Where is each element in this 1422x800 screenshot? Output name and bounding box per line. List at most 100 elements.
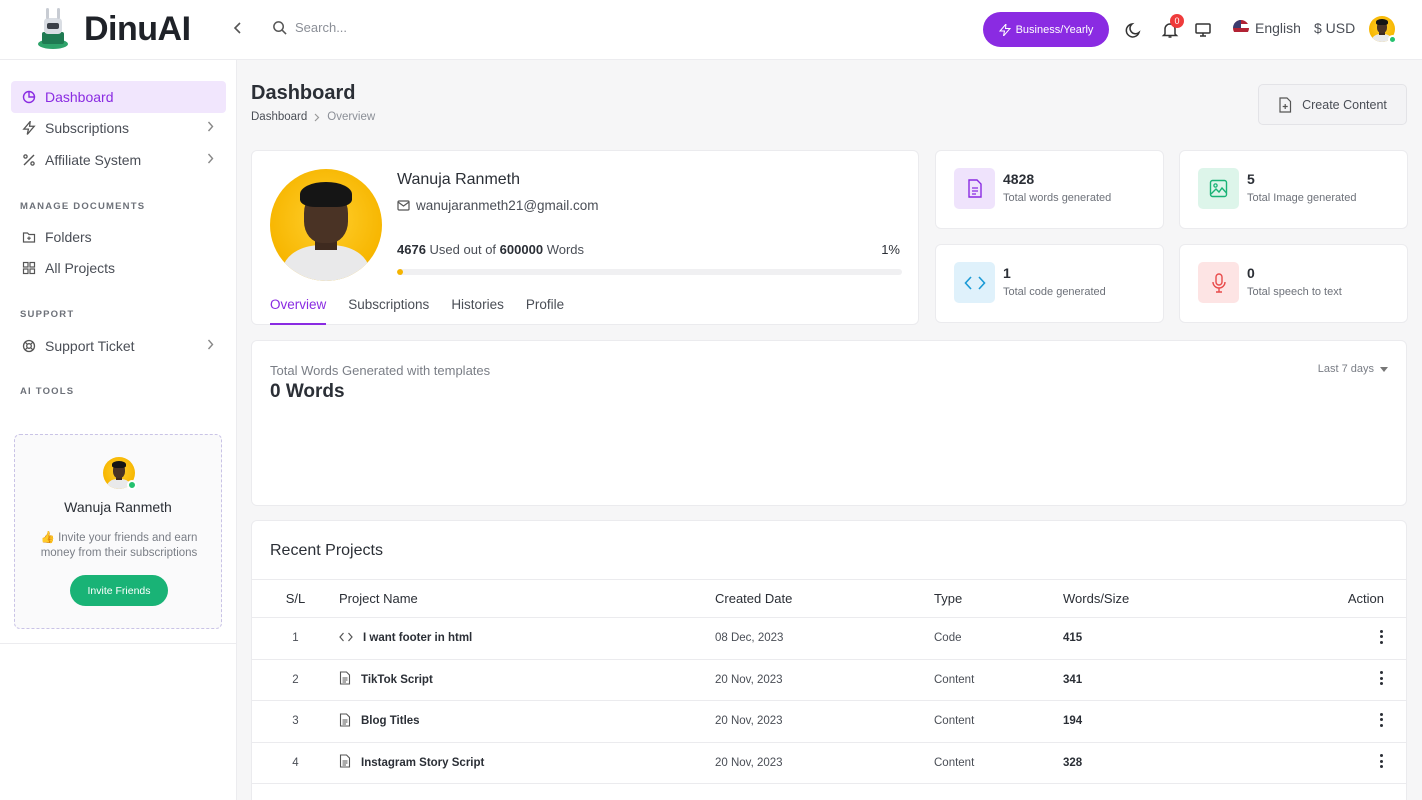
row-created-date: 20 Nov, 2023 [715, 700, 934, 743]
sidebar-item-affiliate-system[interactable]: Affiliate System [11, 144, 226, 176]
usage-percent: 1% [881, 242, 900, 257]
notifications-button[interactable]: 0 [1159, 14, 1184, 41]
sidebar-item-subscriptions[interactable]: Subscriptions [11, 112, 226, 144]
mail-icon [397, 200, 410, 211]
profile-email-text: wanujaranmeth21@gmail.com [416, 198, 599, 213]
microphone-icon [1198, 262, 1239, 303]
table-row[interactable]: 2 TikTok Script 20 Nov, 2023 Content 341 [252, 659, 1406, 701]
stat-value: 0 [1247, 265, 1255, 281]
table-row[interactable]: 1 I want footer in html 08 Dec, 2023 Code 41… [252, 617, 1406, 660]
stat-value: 5 [1247, 171, 1255, 187]
language-selector[interactable]: English [1233, 20, 1301, 36]
sidebar-item-dashboard[interactable]: Dashboard [11, 81, 226, 113]
column-header-action: Action [1313, 579, 1406, 618]
column-header-sl: S/L [252, 579, 339, 618]
row-created-date: 20 Nov, 2023 [715, 659, 934, 701]
pie-chart-icon [21, 89, 37, 105]
breadcrumb: Dashboard Overview [251, 111, 375, 123]
row-type: Content [934, 700, 1063, 743]
table-row[interactable]: 4 Instagram Story Script 20 Nov, 2023 Conte… [252, 742, 1406, 784]
more-options-icon[interactable] [1378, 754, 1384, 769]
code-icon [339, 632, 353, 645]
stat-label: Total code generated [1003, 286, 1106, 298]
moon-icon [1125, 22, 1141, 38]
breadcrumb-dashboard-link[interactable]: Dashboard [251, 111, 307, 123]
row-project-name[interactable]: I want footer in html [339, 617, 715, 660]
sidebar-item-folders[interactable]: Folders [11, 221, 226, 253]
usage-text: Used out of [429, 242, 497, 257]
more-options-icon[interactable] [1378, 671, 1384, 686]
row-action [1313, 700, 1406, 743]
file-plus-icon [1279, 96, 1292, 113]
stat-label: Total words generated [1003, 192, 1112, 204]
tab-histories[interactable]: Histories [451, 297, 504, 325]
stat-value: 1 [1003, 265, 1011, 281]
stat-card-speech: 0 Total speech to text [1179, 244, 1408, 323]
table-header-row: S/L Project Name Created Date Type Words… [252, 579, 1406, 618]
row-project-name[interactable]: Instagram Story Script [339, 742, 715, 784]
row-words: 328 [1063, 742, 1313, 784]
words-generated-card: Total Words Generated with templates 0 W… [251, 340, 1407, 506]
profile-name: Wanuja Ranmeth [397, 171, 521, 188]
caret-down-icon [1380, 366, 1388, 372]
sidebar-divider [0, 643, 237, 644]
tab-overview[interactable]: Overview [270, 297, 327, 325]
collapse-sidebar-button[interactable] [228, 18, 248, 38]
sidebar-item-label: Affiliate System [45, 152, 142, 168]
more-options-icon[interactable] [1378, 712, 1384, 727]
stat-card-code: 1 Total code generated [935, 244, 1164, 323]
top-bar: DinuAI Business/Yearly 0 English $ USD [0, 0, 1422, 60]
tab-profile[interactable]: Profile [526, 297, 564, 325]
language-label: English [1255, 20, 1301, 36]
usage-progress-fill [397, 269, 404, 275]
search-input[interactable] [295, 20, 495, 35]
invite-user-name: Wanuja Ranmeth [64, 499, 172, 515]
row-action [1313, 742, 1406, 784]
column-header-project-name: Project Name [339, 579, 715, 618]
profile-card: Wanuja Ranmeth wanujaranmeth21@gmail.com… [251, 150, 919, 325]
word-usage: 4676 Used out of 600000 Words [397, 242, 584, 257]
currency-selector[interactable]: $ USD [1314, 20, 1355, 36]
create-content-button[interactable]: Create Content [1258, 84, 1407, 125]
folder-plus-icon [21, 229, 37, 245]
percent-icon [21, 152, 37, 168]
user-avatar-button[interactable] [1369, 16, 1397, 44]
row-words: 415 [1063, 617, 1313, 660]
recent-projects-title: Recent Projects [270, 542, 383, 559]
chevron-right-icon [207, 121, 214, 132]
monitor-icon [1195, 23, 1211, 37]
invite-friends-button[interactable]: Invite Friends [70, 575, 168, 606]
online-status-dot [1388, 35, 1397, 44]
app-logo[interactable]: DinuAI [32, 6, 191, 52]
sidebar-item-all-projects[interactable]: All Projects [11, 252, 226, 284]
more-options-icon[interactable] [1378, 629, 1384, 644]
words-chart-value: 0 Words [270, 381, 345, 402]
row-sl: 1 [252, 617, 339, 660]
document-icon [954, 168, 995, 209]
column-header-type: Type [934, 579, 1063, 618]
lifebuoy-icon [21, 338, 37, 354]
table-row[interactable]: 3 Blog Titles 20 Nov, 2023 Content 194 [252, 700, 1406, 743]
search-bar[interactable] [272, 20, 495, 35]
row-project-name[interactable]: TikTok Script [339, 659, 715, 701]
grid-icon [21, 260, 37, 276]
row-project-name[interactable]: Blog Titles [339, 700, 715, 743]
usage-unit: Words [546, 242, 585, 257]
plan-button[interactable]: Business/Yearly [983, 12, 1109, 47]
dark-mode-toggle[interactable] [1123, 19, 1145, 41]
row-sl: 2 [252, 659, 339, 701]
date-range-dropdown[interactable]: Last 7 days [1318, 363, 1388, 375]
profile-avatar [270, 169, 382, 281]
page-title: Dashboard [251, 82, 356, 104]
sidebar-item-label: Subscriptions [45, 120, 130, 136]
stat-label: Total Image generated [1247, 192, 1357, 204]
sidebar-item-label: Dashboard [45, 89, 114, 105]
row-type: Content [934, 659, 1063, 701]
chevron-right-icon [207, 339, 214, 350]
plan-label: Business/Yearly [1015, 23, 1094, 36]
tab-subscriptions[interactable]: Subscriptions [348, 297, 429, 325]
display-button[interactable] [1192, 19, 1214, 41]
sidebar-item-support-ticket[interactable]: Support Ticket [11, 330, 226, 362]
row-sl: 4 [252, 742, 339, 784]
robot-logo-icon [32, 6, 74, 52]
